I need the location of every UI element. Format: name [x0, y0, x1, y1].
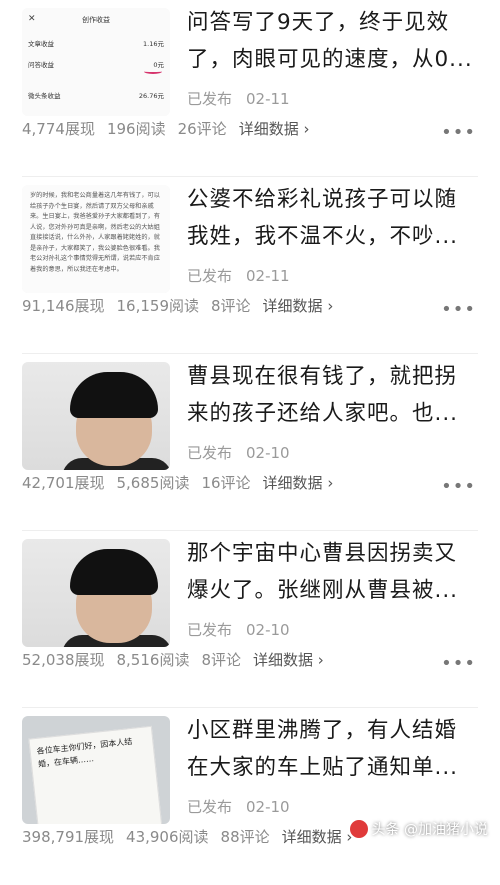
publish-status: 已发布 [187, 621, 233, 639]
article-meta: 已发布 02-11 [187, 88, 290, 109]
watermark: 头条 @加油猪小说 [349, 819, 488, 839]
article-title[interactable]: 公婆不给彩礼说孩子可以随 我姓，我不温不火，不吵... [187, 181, 477, 255]
text-screenshot: 岁的时候，我和老公商量着这几年有钱了，可以给孩子办个生日宴，然后请了双方父母和亲… [22, 185, 170, 293]
more-options-icon[interactable]: ••• [441, 299, 476, 320]
publish-status: 已发布 [187, 267, 233, 285]
comments-count: 88评论 [220, 828, 270, 846]
views-count: 42,701展现 [22, 474, 105, 492]
article-title[interactable]: 小区群里沸腾了，有人结婚 在大家的车上贴了通知单... [187, 712, 477, 786]
article-card[interactable]: 各位车主你们好，因本人结婚，在车辆…… 小区群里沸腾了，有人结婚 在大家的车上贴… [0, 708, 500, 885]
underline-mark [144, 69, 162, 74]
comments-count: 8评论 [211, 297, 251, 315]
reads-count: 196阅读 [106, 120, 166, 138]
article-thumbnail[interactable]: ✕ 创作收益 文章收益 1.16元 问答收益 0元 微头条收益 26.76元 [22, 8, 170, 116]
more-options-icon[interactable]: ••• [441, 476, 476, 497]
thumb-header: 创作收益 [82, 16, 110, 24]
views-count: 91,146展现 [22, 297, 105, 315]
article-meta: 已发布 02-11 [187, 265, 290, 286]
views-count: 4,774展现 [22, 120, 95, 138]
article-meta: 已发布 02-10 [187, 796, 290, 817]
article-thumbnail[interactable] [22, 362, 170, 470]
article-card[interactable]: 那个宇宙中心曹县因拐卖又 爆火了。张继刚从曹县被... 已发布 02-10 52,… [0, 531, 500, 708]
detail-data-link[interactable]: 详细数据 › [239, 120, 310, 138]
notice-paper: 各位车主你们好，因本人结婚，在车辆…… [28, 725, 164, 824]
article-stats: 52,038展现 8,516阅读 8评论 详细数据 › [22, 649, 336, 670]
publish-status: 已发布 [187, 444, 233, 462]
article-thumbnail[interactable]: 岁的时候，我和老公商量着这几年有钱了，可以给孩子办个生日宴，然后请了双方父母和亲… [22, 185, 170, 293]
more-options-icon[interactable]: ••• [441, 653, 476, 674]
comments-count: 26评论 [177, 120, 227, 138]
publish-date: 02-11 [246, 90, 290, 108]
person-photo [22, 539, 170, 647]
publish-status: 已发布 [187, 90, 233, 108]
comments-count: 8评论 [201, 651, 241, 669]
article-card[interactable]: 岁的时候，我和老公商量着这几年有钱了，可以给孩子办个生日宴，然后请了双方父母和亲… [0, 177, 500, 354]
detail-data-link[interactable]: 详细数据 › [253, 651, 324, 669]
reads-count: 16,159阅读 [116, 297, 200, 315]
more-options-icon[interactable]: ••• [441, 122, 476, 143]
views-count: 52,038展现 [22, 651, 105, 669]
reads-count: 8,516阅读 [116, 651, 190, 669]
article-meta: 已发布 02-10 [187, 442, 290, 463]
reads-count: 43,906阅读 [126, 828, 209, 846]
article-meta: 已发布 02-10 [187, 619, 290, 640]
publish-date: 02-10 [246, 798, 290, 816]
toutiao-logo-icon [349, 820, 368, 838]
article-title[interactable]: 曹县现在很有钱了，就把拐 来的孩子还给人家吧。也... [187, 358, 477, 432]
detail-data-link[interactable]: 详细数据 › [263, 474, 334, 492]
detail-data-link[interactable]: 详细数据 › [263, 297, 334, 315]
detail-data-link[interactable]: 详细数据 › [282, 828, 353, 846]
comments-count: 16评论 [201, 474, 251, 492]
publish-date: 02-10 [246, 444, 290, 462]
article-stats: 398,791展现 43,906阅读 88评论 详细数据 › [22, 826, 364, 847]
earnings-row: 问答收益 0元 [28, 61, 164, 69]
article-title[interactable]: 那个宇宙中心曹县因拐卖又 爆火了。张继刚从曹县被... [187, 535, 477, 609]
article-stats: 91,146展现 16,159阅读 8评论 详细数据 › [22, 295, 345, 316]
article-stats: 4,774展现 196阅读 26评论 详细数据 › [22, 118, 321, 139]
views-count: 398,791展现 [22, 828, 115, 846]
earnings-row: 微头条收益 26.76元 [28, 92, 164, 100]
publish-date: 02-11 [246, 267, 290, 285]
article-stats: 42,701展现 5,685阅读 16评论 详细数据 › [22, 472, 345, 493]
reads-count: 5,685阅读 [116, 474, 190, 492]
article-thumbnail[interactable]: 各位车主你们好，因本人结婚，在车辆…… [22, 716, 170, 824]
publish-status: 已发布 [187, 798, 233, 816]
person-photo [22, 362, 170, 470]
article-thumbnail[interactable] [22, 539, 170, 647]
article-card[interactable]: ✕ 创作收益 文章收益 1.16元 问答收益 0元 微头条收益 26.76元 问答写了… [0, 0, 500, 177]
article-title[interactable]: 问答写了9天了，终于见效 了，肉眼可见的速度，从0... [187, 4, 477, 78]
article-card[interactable]: 曹县现在很有钱了，就把拐 来的孩子还给人家吧。也... 已发布 02-10 42,… [0, 354, 500, 531]
earnings-screenshot: ✕ 创作收益 文章收益 1.16元 问答收益 0元 微头条收益 26.76元 [22, 8, 170, 116]
publish-date: 02-10 [246, 621, 290, 639]
earnings-row: 文章收益 1.16元 [28, 40, 164, 48]
